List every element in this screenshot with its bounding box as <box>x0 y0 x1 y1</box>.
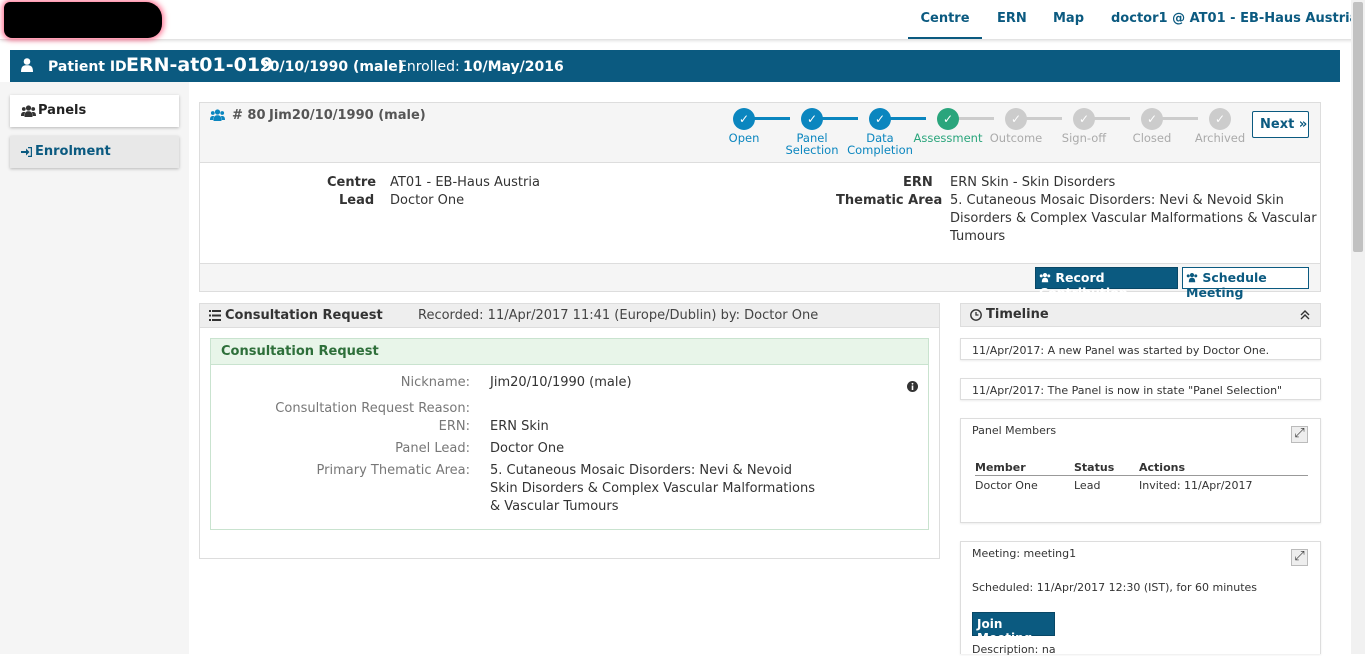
step-closed-icon: ✓ <box>1141 108 1163 130</box>
timeline-title: Timeline <box>986 307 1049 322</box>
patient-header: Patient ID: ERN-at01-019 20/10/1990 (mal… <box>10 50 1340 82</box>
members-col-member: Member <box>975 461 1026 474</box>
schedule-meeting-button[interactable]: Schedule Meeting <box>1182 267 1309 300</box>
users-icon <box>21 105 36 117</box>
member-action: Invited: 11/Apr/2017 <box>1139 479 1253 492</box>
panel-members-card: Panel Members ⤢ Member Status Actions Do… <box>960 418 1321 523</box>
thematic-area-line: Skin Disorders & Complex Vascular Malfor… <box>490 481 815 496</box>
thematic-area-line: 5. Cutaneous Mosaic Disorders: Nevi & Ne… <box>490 463 793 478</box>
nickname-value: Jim20/10/1990 (male) <box>490 375 632 390</box>
meeting-scheduled: Scheduled: 11/Apr/2017 12:30 (IST), for … <box>972 581 1258 594</box>
enrolled-label: Enrolled: <box>398 59 460 75</box>
thematic-area-line: Tumours <box>950 229 1006 244</box>
users-icon <box>210 109 225 121</box>
step-label: Archived <box>1194 131 1246 145</box>
centre-value: AT01 - EB-Haus Austria <box>390 175 540 190</box>
users-icon <box>1039 273 1051 283</box>
nav-centre[interactable]: Centre <box>908 11 982 39</box>
centre-label: Centre <box>327 175 377 190</box>
table-row: Doctor One Lead Invited: 11/Apr/2017 <box>975 477 1308 495</box>
step-assessment-icon: ✓ <box>937 108 959 130</box>
panel-summary-card: # 80 Jim20/10/1990 (male) ✓ Open ✓ Panel Sel… <box>199 102 1321 300</box>
meeting-card: Meeting: meeting1 ⤢ Scheduled: 11/Apr/20… <box>960 541 1321 656</box>
list-icon <box>209 310 221 321</box>
user-at: @ <box>1167 11 1190 26</box>
members-col-status: Status <box>1074 461 1115 474</box>
step-outcome-icon: ✓ <box>1005 108 1027 130</box>
reason-label: Consultation Request Reason: <box>275 401 470 416</box>
sidebar-item-panels[interactable]: Panels <box>10 95 179 127</box>
collapse-icon[interactable] <box>1300 310 1310 320</box>
thematic-area-label: Thematic Area <box>836 193 943 208</box>
lead-label: Lead <box>339 193 375 208</box>
ern-label: ERN: <box>438 419 470 434</box>
members-col-actions: Actions <box>1139 461 1185 474</box>
user-icon <box>21 58 33 72</box>
top-navbar: Centre ERN Map doctor1 @ AT01 - EB-Haus … <box>0 0 1365 40</box>
timeline-panel: Timeline 11/Apr/2017: A new Panel was st… <box>960 303 1321 656</box>
member-name: Doctor One <box>975 479 1038 492</box>
meeting-title: Meeting: meeting1 <box>972 547 1077 560</box>
table-divider <box>975 475 1308 476</box>
expand-icon[interactable]: ⤢ <box>1291 549 1308 566</box>
record-contribution-label: Record Contribution <box>1039 270 1128 300</box>
clock-icon <box>970 309 982 321</box>
enrolled-date: 10/May/2016 <box>463 59 564 75</box>
patient-dob: 20/10/1990 (male) <box>260 59 405 75</box>
panel-name: Jim20/10/1990 (male) <box>269 108 426 123</box>
nav-ern[interactable]: ERN <box>997 11 1027 26</box>
sign-in-icon <box>21 147 32 157</box>
step-sign-off-icon: ✓ <box>1073 108 1095 130</box>
consultation-box-title: Consultation Request <box>221 344 379 359</box>
step-panel-icon: ✓ <box>801 108 823 130</box>
thematic-area-line: Disorders & Complex Vascular Malformatio… <box>950 211 1317 226</box>
lead-value: Doctor One <box>390 193 465 208</box>
join-meeting-button[interactable]: Join Meeting <box>972 612 1055 645</box>
record-contribution-button[interactable]: Record Contribution <box>1035 267 1178 300</box>
meeting-description: Description: na <box>972 643 1056 656</box>
thematic-area-line: 5. Cutaneous Mosaic Disorders: Nevi & Ne… <box>950 193 1284 208</box>
timeline-event: 11/Apr/2017: The Panel is now in state "… <box>960 378 1321 400</box>
schedule-meeting-label: Schedule Meeting <box>1186 270 1267 300</box>
user-name: doctor1 <box>1111 11 1168 26</box>
step-data-icon: ✓ <box>869 108 891 130</box>
consultation-title: Consultation Request <box>225 308 383 323</box>
panel-lead-label: Panel Lead: <box>395 441 470 456</box>
panel-header: # 80 Jim20/10/1990 (male) ✓ Open ✓ Panel Sel… <box>200 103 1320 163</box>
thematic-area-line: & Vascular Tumours <box>490 499 619 514</box>
user-centre: AT01 - EB-Haus Austria <box>1189 11 1359 26</box>
user-menu[interactable]: doctor1 @ AT01 - EB-Haus Austria▼ <box>1111 11 1365 26</box>
ern-value: ERN Skin <box>490 419 549 434</box>
next-button[interactable]: Next » <box>1252 111 1309 138</box>
step-open-icon: ✓ <box>733 108 755 130</box>
sidebar-item-label: Panels <box>38 103 87 118</box>
consultation-request-card: Consultation Request Recorded: 11/Apr/20… <box>199 303 940 559</box>
users-icon <box>1186 273 1198 283</box>
step-archived-icon: ✓ <box>1209 108 1231 130</box>
panel-members-title: Panel Members <box>972 424 1057 437</box>
info-icon[interactable] <box>907 381 918 392</box>
thematic-area-label: Primary Thematic Area: <box>316 463 470 478</box>
consultation-recorded: Recorded: 11/Apr/2017 11:41 (Europe/Dubl… <box>418 308 819 323</box>
timeline-event: 11/Apr/2017: A new Panel was started by … <box>960 338 1321 360</box>
ern-label: ERN <box>903 175 933 190</box>
nav-map[interactable]: Map <box>1053 11 1084 26</box>
logo[interactable] <box>4 2 162 38</box>
sidebar-item-label: Enrolment <box>35 144 111 159</box>
member-status: Lead <box>1074 479 1101 492</box>
patient-id-label: Patient ID: <box>48 59 133 75</box>
expand-icon[interactable]: ⤢ <box>1291 426 1308 443</box>
scrollbar-thumb[interactable] <box>1353 2 1363 252</box>
patient-id: ERN-at01-019 <box>126 54 274 76</box>
ern-value: ERN Skin - Skin Disorders <box>950 175 1116 190</box>
sidebar-item-enrolment[interactable]: Enrolment <box>10 136 179 168</box>
panel-number: # 80 <box>232 108 266 123</box>
nickname-label: Nickname: <box>400 375 470 390</box>
panel-lead-value: Doctor One <box>490 441 565 456</box>
